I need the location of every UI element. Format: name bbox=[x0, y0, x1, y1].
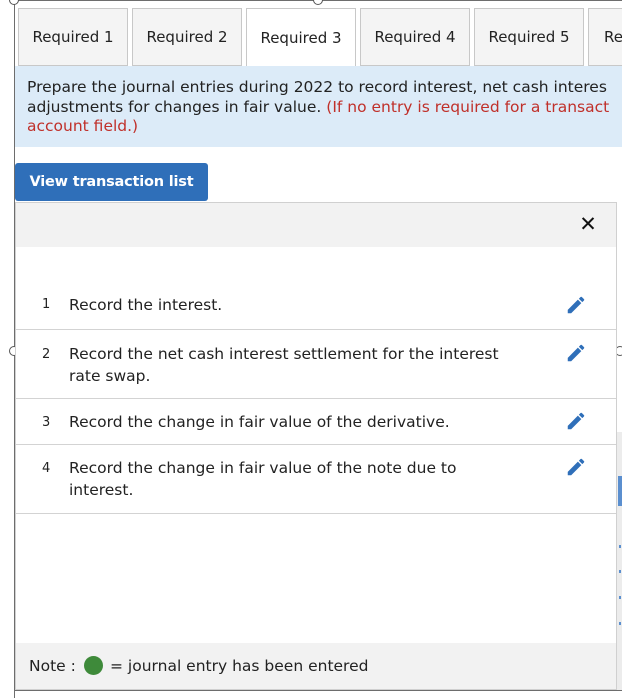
background-dot bbox=[619, 596, 621, 599]
instructions-box: Prepare the journal entries during 2022 … bbox=[15, 66, 622, 147]
view-transaction-list-button[interactable]: View transaction list bbox=[15, 163, 208, 201]
note-text: = journal entry has been entered bbox=[110, 657, 369, 675]
instructions-note: (If no entry is required for a transact bbox=[326, 97, 610, 116]
tab-label: Required 5 bbox=[488, 28, 570, 46]
transaction-number: 4 bbox=[42, 461, 51, 476]
transaction-description: Record the net cash interest settlement … bbox=[69, 345, 499, 385]
tab-required-5[interactable]: Required 5 bbox=[474, 8, 584, 66]
background-dot bbox=[619, 545, 621, 548]
pencil-icon[interactable] bbox=[565, 456, 587, 478]
tab-required-6[interactable]: Re bbox=[588, 8, 622, 66]
instructions-line-1: Prepare the journal entries during 2022 … bbox=[27, 78, 607, 96]
tab-required-4[interactable]: Required 4 bbox=[360, 8, 470, 66]
background-dot bbox=[619, 570, 621, 573]
instructions-line-3: account field.) bbox=[27, 117, 139, 135]
tab-label: Required 3 bbox=[260, 28, 342, 47]
transaction-number: 1 bbox=[42, 297, 51, 312]
tab-label: Required 2 bbox=[146, 28, 228, 46]
tab-strip: Required 1 Required 2 Required 3 Require… bbox=[15, 8, 622, 66]
tab-required-2[interactable]: Required 2 bbox=[132, 8, 242, 66]
view-transaction-list-label: View transaction list bbox=[29, 174, 194, 190]
close-icon[interactable]: ✕ bbox=[576, 212, 600, 236]
transaction-row: 4 Record the change in fair value of the… bbox=[16, 445, 616, 514]
tab-label: Required 1 bbox=[32, 28, 114, 46]
transaction-row: 3 Record the change in fair value of the… bbox=[16, 399, 616, 445]
background-button-edge bbox=[618, 476, 622, 506]
tab-required-1[interactable]: Required 1 bbox=[18, 8, 128, 66]
pencil-icon[interactable] bbox=[565, 342, 587, 364]
instructions-line-2: adjustments for changes in fair value. (… bbox=[27, 98, 622, 118]
entry-entered-indicator bbox=[84, 656, 103, 675]
resize-handle-top-left[interactable] bbox=[9, 0, 19, 5]
transaction-description: Record the change in fair value of the n… bbox=[69, 459, 457, 499]
transaction-number: 3 bbox=[42, 415, 51, 430]
pencil-icon[interactable] bbox=[565, 410, 587, 432]
pencil-icon[interactable] bbox=[565, 294, 587, 316]
transaction-list-panel: ✕ 1 Record the interest. 2 Record the ne… bbox=[15, 202, 617, 690]
tab-label: Re bbox=[604, 28, 622, 46]
panel-header: ✕ bbox=[16, 203, 616, 247]
tab-label: Required 4 bbox=[374, 28, 456, 46]
tab-required-3[interactable]: Required 3 bbox=[246, 8, 356, 66]
instructions-text: adjustments for changes in fair value. bbox=[27, 97, 327, 116]
note-label: Note : bbox=[29, 657, 76, 675]
transaction-row: 2 Record the net cash interest settlemen… bbox=[16, 330, 616, 399]
transaction-description: Record the interest. bbox=[69, 296, 223, 314]
note-bar: Note : = journal entry has been entered bbox=[16, 643, 616, 689]
resize-handle-top[interactable] bbox=[313, 0, 323, 5]
transaction-number: 2 bbox=[42, 347, 51, 362]
transaction-row: 1 Record the interest. bbox=[16, 291, 616, 330]
background-scroll-area bbox=[617, 432, 622, 690]
background-dot bbox=[619, 622, 621, 625]
selection-frame-bottom bbox=[14, 690, 622, 691]
transaction-description: Record the change in fair value of the d… bbox=[69, 413, 450, 431]
